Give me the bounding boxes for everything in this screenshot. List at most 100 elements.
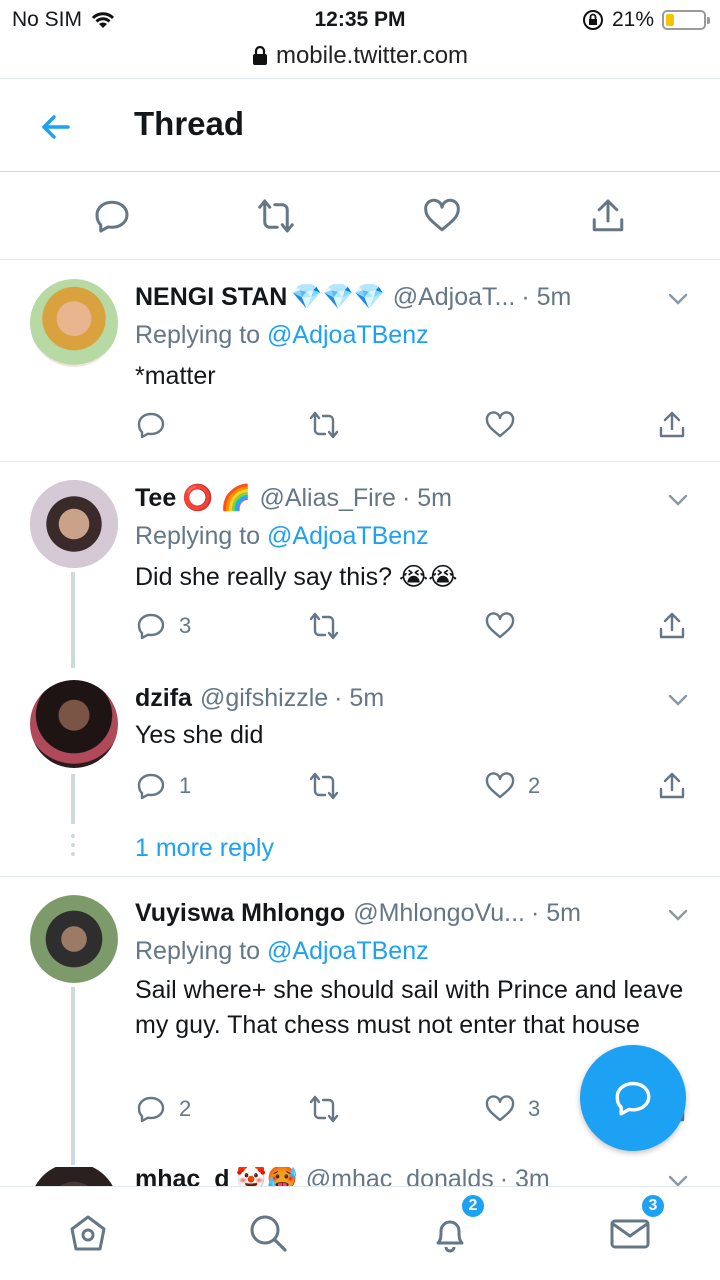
user-handle[interactable]: @MhlongoVu...: [353, 899, 525, 928]
share-button[interactable]: [656, 409, 688, 441]
mention-link[interactable]: @AdjoaTBenz: [267, 321, 429, 349]
user-handle[interactable]: @mhac_donalds: [306, 1167, 494, 1186]
replying-to-label: Replying to: [135, 321, 268, 349]
battery-icon: [662, 10, 710, 30]
compose-reply-button[interactable]: [580, 1045, 686, 1151]
reply-icon[interactable]: [92, 196, 132, 236]
tweet-item[interactable]: NENGI STAN 💎💎💎 @AdjoaT... · 5m Replying …: [0, 261, 720, 462]
retweet-icon[interactable]: [256, 196, 296, 236]
reply-button[interactable]: 1: [135, 770, 191, 802]
user-name[interactable]: dzifa: [135, 684, 192, 713]
lock-icon: [252, 46, 267, 65]
like-icon[interactable]: [422, 196, 462, 236]
mention-link[interactable]: @AdjoaTBenz: [267, 937, 429, 965]
like-icon: [485, 411, 515, 438]
chevron-down-icon[interactable]: [666, 903, 690, 927]
tweet-time: · 5m: [334, 684, 385, 712]
reply-icon: [137, 613, 165, 640]
tweet-text: Yes she did: [135, 721, 264, 749]
user-handle[interactable]: @gifshizzle: [200, 684, 328, 713]
tweet-time: · 5m: [530, 899, 581, 927]
replying-to: Replying to @AdjoaTBenz: [135, 937, 429, 966]
chevron-down-icon[interactable]: [666, 488, 690, 512]
tweet-text: Did she really say this? 😭😭: [135, 563, 458, 591]
share-icon[interactable]: [588, 196, 628, 236]
more-replies-link[interactable]: 1 more reply: [135, 834, 274, 863]
reply-icon: [137, 773, 165, 800]
notifications-badge: 2: [460, 1193, 486, 1219]
reply-count: 3: [179, 613, 192, 638]
avatar[interactable]: [30, 1167, 118, 1186]
share-button[interactable]: [656, 610, 688, 642]
tweet-actions: 1 2: [0, 770, 720, 810]
user-name[interactable]: mhac_d: [135, 1167, 229, 1186]
retweet-icon: [309, 772, 339, 800]
reply-button[interactable]: [135, 409, 179, 441]
reply-button[interactable]: 2: [135, 1093, 191, 1125]
avatar[interactable]: [30, 279, 118, 367]
status-bar: No SIM 12:35 PM 21%: [0, 0, 720, 40]
tweet-header: Vuyiswa Mhlongo @MhlongoVu... · 5m: [135, 899, 660, 928]
user-name[interactable]: NENGI STAN: [135, 283, 287, 312]
retweet-icon: [309, 411, 339, 439]
tweet-text: Sail where+ she should sail with Prince …: [135, 976, 684, 1039]
replying-to: Replying to @AdjoaTBenz: [135, 522, 429, 551]
nav-home[interactable]: [66, 1211, 110, 1255]
like-icon: [485, 772, 515, 799]
reply-icon: [137, 1096, 165, 1123]
avatar[interactable]: [30, 480, 118, 568]
like-count: 3: [528, 1096, 541, 1121]
like-icon: [485, 1095, 515, 1122]
battery-percent: 21%: [611, 8, 654, 31]
url-text: mobile.twitter.com: [275, 42, 469, 69]
avatar[interactable]: [30, 680, 118, 768]
share-button[interactable]: [656, 770, 688, 802]
chevron-down-icon[interactable]: [666, 1169, 690, 1186]
reply-icon: [615, 1081, 651, 1116]
address-bar[interactable]: mobile.twitter.com: [0, 36, 720, 76]
retweet-icon: [309, 612, 339, 640]
tweet-time: · 5m: [521, 283, 572, 311]
reply-icon: [137, 412, 165, 439]
nav-notifications[interactable]: 2: [428, 1193, 486, 1255]
bell-icon: [436, 1220, 464, 1253]
replying-to-label: Replying to: [135, 522, 268, 550]
tweet-time: · 3m: [499, 1167, 550, 1186]
mention-link[interactable]: @AdjoaTBenz: [267, 522, 429, 550]
name-emoji: 💎💎💎: [291, 283, 385, 311]
user-handle[interactable]: @Alias_Fire: [259, 484, 396, 513]
retweet-button[interactable]: [308, 409, 340, 441]
share-icon: [659, 411, 685, 438]
reply-count: 2: [179, 1096, 192, 1121]
reply-button[interactable]: 3: [135, 610, 191, 642]
like-button[interactable]: 3: [484, 1093, 540, 1125]
back-arrow-icon[interactable]: [36, 107, 76, 147]
tweet-item[interactable]: mhac_d 🤡🥵 @mhac_donalds · 3m: [0, 1167, 720, 1186]
chevron-down-icon[interactable]: [666, 688, 690, 712]
like-count: 2: [528, 773, 541, 798]
tweet-time: · 5m: [401, 484, 452, 512]
tweet-header: NENGI STAN 💎💎💎 @AdjoaT... · 5m: [135, 283, 660, 312]
replying-to-label: Replying to: [135, 937, 268, 965]
nav-messages[interactable]: 3: [608, 1193, 666, 1255]
home-icon: [70, 1215, 106, 1251]
reply-count: 1: [179, 773, 192, 798]
nav-search[interactable]: [246, 1211, 290, 1255]
like-button[interactable]: [484, 610, 528, 642]
user-name[interactable]: Vuyiswa Mhlongo: [135, 899, 345, 928]
user-name[interactable]: Tee: [135, 484, 176, 513]
retweet-button[interactable]: [308, 610, 340, 642]
mail-icon: [610, 1219, 650, 1249]
avatar[interactable]: [30, 895, 118, 983]
retweet-button[interactable]: [308, 1093, 340, 1125]
like-icon: [485, 612, 515, 639]
like-button[interactable]: 2: [484, 770, 540, 802]
tweet-header: dzifa @gifshizzle · 5m: [135, 684, 660, 713]
like-button[interactable]: [484, 409, 528, 441]
thread-connector: [71, 987, 75, 1165]
search-icon: [250, 1215, 287, 1252]
chevron-down-icon[interactable]: [666, 287, 690, 311]
user-handle[interactable]: @AdjoaT...: [393, 283, 516, 312]
replying-to: Replying to @AdjoaTBenz: [135, 321, 429, 350]
retweet-button[interactable]: [308, 770, 340, 802]
